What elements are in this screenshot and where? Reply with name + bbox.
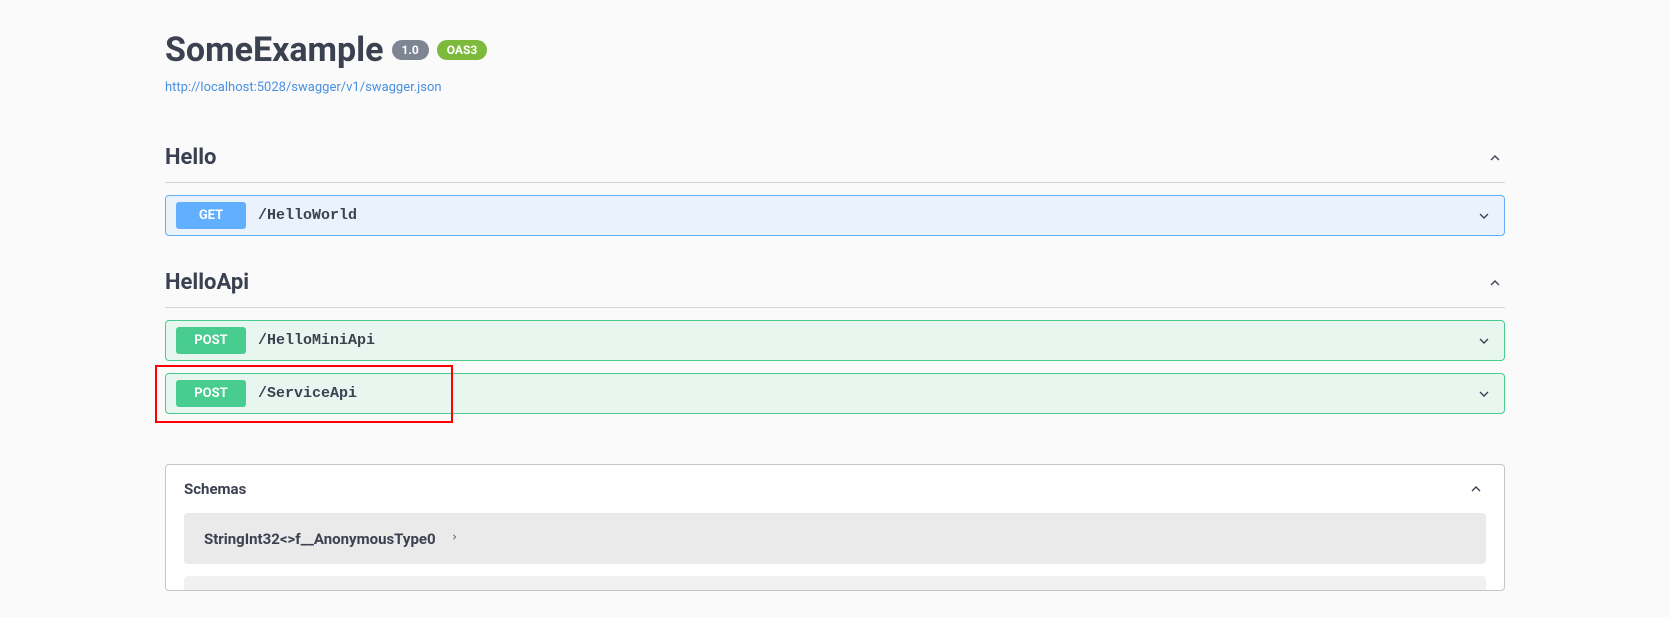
method-badge-get: GET	[176, 202, 246, 229]
tag-name: HelloApi	[165, 270, 249, 295]
version-badge: 1.0	[392, 40, 429, 60]
oas-badge: OAS3	[437, 40, 488, 60]
chevron-down-icon	[1474, 206, 1494, 226]
chevron-up-icon	[1466, 479, 1486, 499]
operation-path: /ServiceApi	[258, 385, 357, 402]
method-badge-post: POST	[176, 327, 246, 354]
tag-header-hello[interactable]: Hello	[165, 135, 1505, 183]
tag-name: Hello	[165, 145, 216, 170]
schemas-section: Schemas StringInt32<>f__AnonymousType0	[165, 464, 1505, 591]
schemas-header[interactable]: Schemas	[166, 465, 1504, 513]
chevron-up-icon	[1485, 273, 1505, 293]
chevron-right-icon	[450, 529, 459, 548]
schema-item-placeholder	[184, 576, 1486, 590]
chevron-down-icon	[1474, 384, 1494, 404]
schema-name: StringInt32<>f__AnonymousType0	[204, 530, 436, 548]
operation-path: /HelloWorld	[258, 207, 357, 224]
operation-get-helloworld[interactable]: GET /HelloWorld	[165, 195, 1505, 236]
api-header: SomeExample 1.0 OAS3 http://localhost:50…	[165, 30, 1505, 95]
chevron-down-icon	[1474, 331, 1494, 351]
api-title: SomeExample	[165, 30, 384, 70]
schema-item[interactable]: StringInt32<>f__AnonymousType0	[184, 513, 1486, 564]
operation-post-hellominiapi[interactable]: POST /HelloMiniApi	[165, 320, 1505, 361]
chevron-up-icon	[1485, 148, 1505, 168]
schemas-title: Schemas	[184, 480, 246, 498]
api-url-link[interactable]: http://localhost:5028/swagger/v1/swagger…	[165, 80, 442, 95]
operation-path: /HelloMiniApi	[258, 332, 375, 349]
operation-post-serviceapi[interactable]: POST /ServiceApi	[165, 373, 1505, 414]
tag-header-helloapi[interactable]: HelloApi	[165, 260, 1505, 308]
method-badge-post: POST	[176, 380, 246, 407]
